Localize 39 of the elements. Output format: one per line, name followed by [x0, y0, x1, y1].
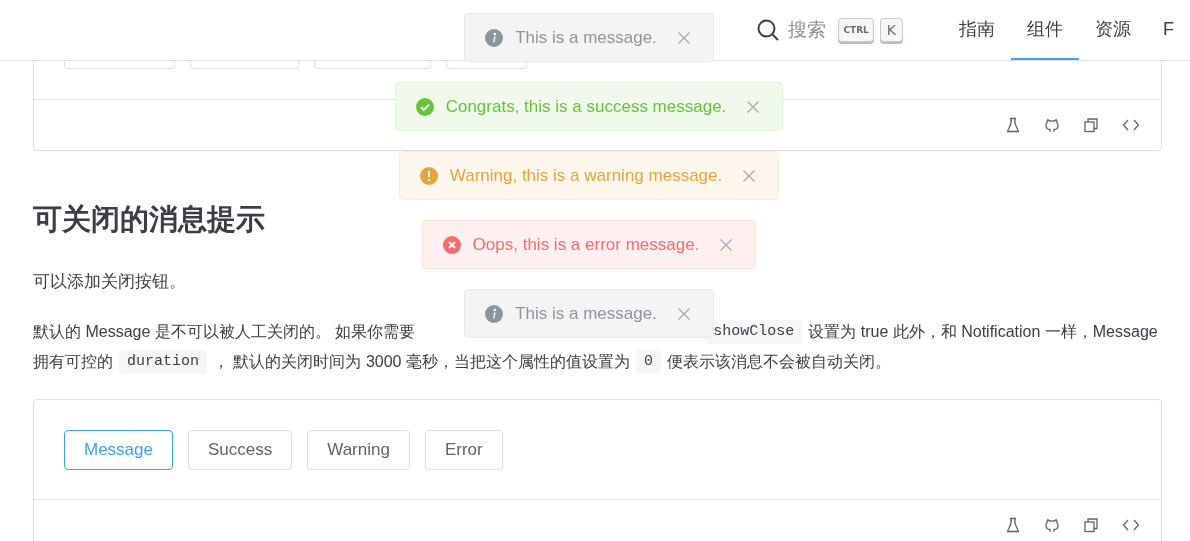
- demo-button[interactable]: Warning: [307, 430, 410, 470]
- demo-button[interactable]: Error: [424, 430, 503, 470]
- inline-code: duration: [119, 350, 207, 374]
- key-cap: K: [879, 18, 903, 42]
- flask-icon[interactable]: [1005, 117, 1021, 133]
- info-icon: [485, 304, 504, 323]
- code-icon[interactable]: [1122, 517, 1140, 533]
- demo-button[interactable]: Success: [188, 430, 293, 470]
- body-text: 设置为 true 此外，和 Notification 一样，Message: [808, 322, 1158, 342]
- nav-link[interactable]: 资源: [1079, 0, 1147, 60]
- error-icon: [442, 235, 461, 254]
- flask-icon[interactable]: [1005, 517, 1021, 533]
- search-icon: [756, 18, 781, 42]
- body-text: ， 默认的关闭时间为 3000 毫秒，当把这个属性的值设置为: [213, 352, 630, 372]
- nav-link[interactable]: F: [1147, 0, 1190, 60]
- body-text: 便表示该消息不会被自动关闭。: [666, 352, 891, 372]
- message-text: Warning, this is a warning message.: [449, 165, 723, 186]
- search-button[interactable]: 搜索: [756, 17, 827, 43]
- cat-icon[interactable]: [1044, 117, 1060, 133]
- warning-icon: [419, 166, 438, 185]
- info-icon: [485, 28, 504, 47]
- nav-link[interactable]: 指南: [943, 0, 1011, 60]
- message-text: This is a message.: [515, 27, 657, 48]
- nav-link[interactable]: 组件: [1011, 0, 1079, 60]
- cat-icon[interactable]: [1044, 517, 1060, 533]
- inline-code: showClose: [705, 320, 803, 344]
- copy-icon[interactable]: [1083, 517, 1099, 533]
- message-text: Oops, this is a error message.: [472, 234, 700, 255]
- check-circle-icon: [415, 97, 434, 116]
- body-text: 拥有可控的: [33, 352, 113, 372]
- code-icon[interactable]: [1122, 117, 1140, 133]
- body-text: 默认的 Message 是不可以被人工关闭的。 如果你需要: [33, 322, 416, 342]
- message-text: This is a message.: [515, 303, 657, 324]
- inline-code: 0: [635, 350, 661, 374]
- message-text: Congrats, this is a success message.: [445, 96, 727, 117]
- key-cap: CTRL: [838, 18, 874, 42]
- intro-text: 可以添加关闭按钮。: [33, 271, 187, 293]
- copy-icon[interactable]: [1083, 117, 1099, 133]
- section-heading: 可关闭的消息提示: [33, 202, 266, 237]
